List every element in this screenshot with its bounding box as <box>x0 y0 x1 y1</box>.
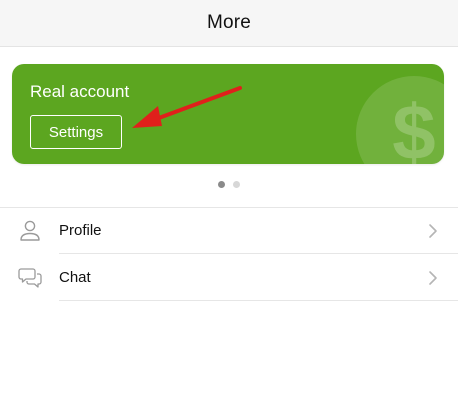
list-divider <box>59 300 458 301</box>
chevron-right-icon <box>429 271 437 285</box>
carousel-page-indicator <box>0 181 458 191</box>
person-icon <box>20 220 40 241</box>
chevron-right-icon <box>429 224 437 238</box>
page-dot-active[interactable] <box>218 181 225 188</box>
menu-item-profile[interactable]: Profile <box>0 207 458 254</box>
menu-item-label: Chat <box>59 269 91 286</box>
chat-bubbles-icon <box>18 268 42 288</box>
svg-text:$: $ <box>392 88 435 164</box>
more-menu-list: Profile Chat <box>0 207 458 301</box>
menu-item-label: Profile <box>59 222 102 239</box>
more-screen: More $ Real account Settings Profile Cha… <box>0 0 458 406</box>
menu-item-chat[interactable]: Chat <box>0 254 458 301</box>
page-title: More <box>206 12 252 33</box>
settings-button[interactable]: Settings <box>30 115 122 149</box>
page-dot[interactable] <box>233 181 240 188</box>
navigation-bar: More <box>0 0 458 47</box>
red-arrow-annotation <box>132 86 242 128</box>
dollar-coin-icon: $ <box>356 76 444 164</box>
